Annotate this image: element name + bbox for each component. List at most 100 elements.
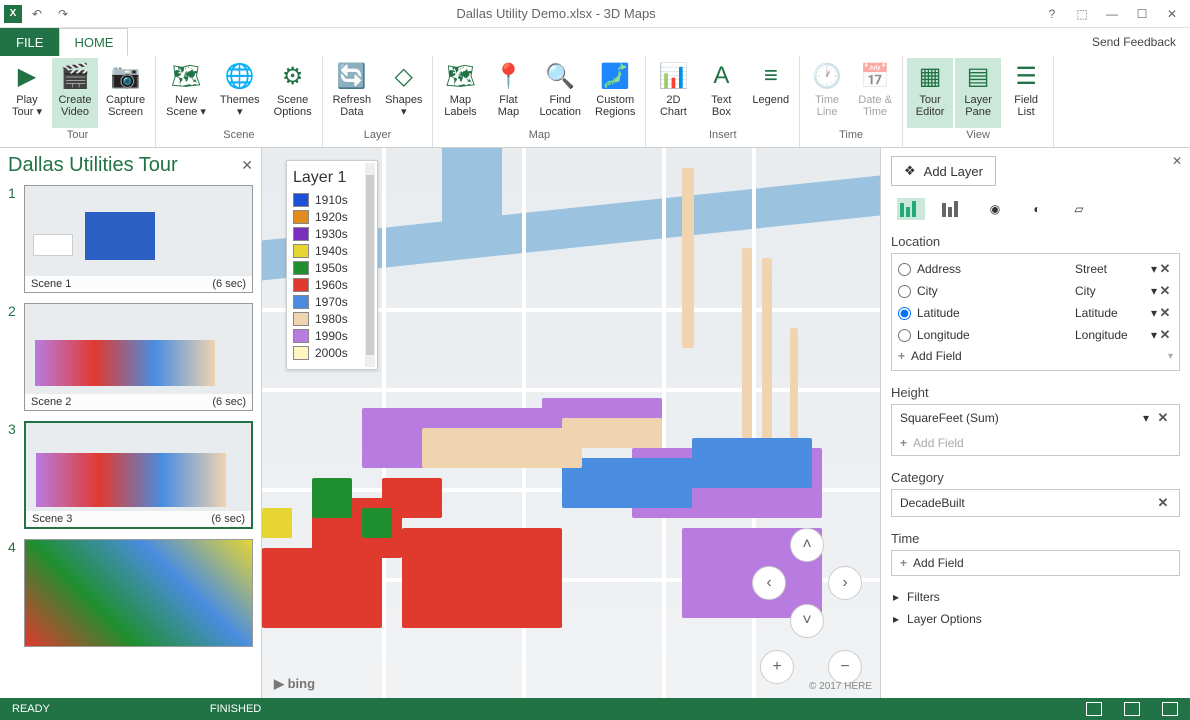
legend-text: 1970s bbox=[315, 295, 348, 309]
date-time-icon: 📅 bbox=[859, 60, 891, 92]
chevron-down-icon[interactable]: ▾ bbox=[1168, 351, 1173, 362]
category-field[interactable]: DecadeBuilt bbox=[900, 496, 1155, 510]
location-radio[interactable] bbox=[898, 285, 911, 298]
scene-thumbnail[interactable]: Scene 1(6 sec) bbox=[24, 185, 253, 293]
legend-button[interactable]: ≡Legend bbox=[746, 58, 795, 128]
layer-options-section[interactable]: ▸ Layer Options bbox=[891, 608, 1180, 630]
map-legend[interactable]: Layer 1 1910s1920s1930s1940s1950s1960s19… bbox=[286, 160, 378, 370]
viz-clustered-column[interactable] bbox=[939, 198, 967, 220]
location-mapping[interactable]: City ▾ bbox=[1075, 284, 1157, 298]
send-feedback[interactable]: Send Feedback bbox=[1078, 28, 1190, 56]
viz-stacked-column[interactable] bbox=[897, 198, 925, 220]
tilt-up-button[interactable]: ˄ bbox=[790, 528, 824, 562]
ribbon-group-label: Map bbox=[437, 129, 641, 145]
legend-text: 1930s bbox=[315, 227, 348, 241]
map-labels-button[interactable]: 🗺Map Labels bbox=[437, 58, 483, 128]
help-button[interactable]: ? bbox=[1038, 3, 1066, 25]
layer-pane-button[interactable]: ▤Layer Pane bbox=[955, 58, 1001, 128]
location-radio[interactable] bbox=[898, 307, 911, 320]
scene-thumbnail[interactable] bbox=[24, 539, 253, 647]
viz-heatmap[interactable]: ◐ bbox=[1023, 198, 1051, 220]
home-tab[interactable]: HOME bbox=[59, 28, 128, 56]
status-icon-3[interactable] bbox=[1162, 702, 1178, 716]
map-viewport[interactable]: Layer 1 1910s1920s1930s1940s1950s1960s19… bbox=[262, 148, 880, 698]
ribbon-group-label: Time bbox=[804, 129, 898, 145]
filters-section[interactable]: ▸ Filters bbox=[891, 586, 1180, 608]
create-video-button[interactable]: 🎬Create Video bbox=[52, 58, 98, 128]
zoom-out-button[interactable]: − bbox=[828, 650, 862, 684]
location-field[interactable]: City bbox=[917, 284, 1075, 298]
status-icon-2[interactable] bbox=[1124, 702, 1140, 716]
rotate-left-button[interactable]: ‹ bbox=[752, 566, 786, 600]
status-icon-1[interactable] bbox=[1086, 702, 1102, 716]
play-tour-button[interactable]: ▶Play Tour ▾ bbox=[4, 58, 50, 128]
file-tab[interactable]: FILE bbox=[0, 28, 59, 56]
location-mapping[interactable]: Longitude ▾ bbox=[1075, 328, 1157, 342]
remove-location-field[interactable]: ✕ bbox=[1157, 327, 1173, 343]
remove-location-field[interactable]: ✕ bbox=[1157, 261, 1173, 277]
maximize-button[interactable]: ☐ bbox=[1128, 3, 1156, 25]
tilt-down-button[interactable]: ˅ bbox=[790, 604, 824, 638]
legend-swatch bbox=[293, 278, 309, 292]
refresh-data-button[interactable]: 🔄Refresh Data bbox=[327, 58, 378, 128]
add-height-field[interactable]: Add Field bbox=[913, 436, 964, 450]
scene-thumbnail[interactable]: Scene 3(6 sec) bbox=[24, 421, 253, 529]
redo-button[interactable]: ↷ bbox=[52, 3, 74, 25]
legend-swatch bbox=[293, 346, 309, 360]
remove-location-field[interactable]: ✕ bbox=[1157, 305, 1173, 321]
close-layer-pane[interactable]: ✕ bbox=[1172, 154, 1182, 168]
themes-button[interactable]: 🌐Themes ▾ bbox=[214, 58, 266, 128]
scene-item[interactable]: 3Scene 3(6 sec) bbox=[8, 421, 253, 529]
date-time-button[interactable]: 📅Date & Time bbox=[852, 58, 898, 128]
add-location-field[interactable]: Add Field bbox=[911, 349, 962, 363]
viz-bubble[interactable]: ◉ bbox=[981, 198, 1009, 220]
remove-height-field[interactable]: ✕ bbox=[1155, 410, 1171, 426]
new-scene-button[interactable]: 🗺New Scene ▾ bbox=[160, 58, 212, 128]
scene-thumbnail[interactable]: Scene 2(6 sec) bbox=[24, 303, 253, 411]
location-radio[interactable] bbox=[898, 329, 911, 342]
text-box-button[interactable]: AText Box bbox=[698, 58, 744, 128]
status-finished: FINISHED bbox=[210, 703, 261, 715]
map-copyright: © 2017 HERE bbox=[809, 681, 872, 692]
time-line-button[interactable]: 🕐Time Line bbox=[804, 58, 850, 128]
remove-location-field[interactable]: ✕ bbox=[1157, 283, 1173, 299]
close-button[interactable]: ✕ bbox=[1158, 3, 1186, 25]
height-field[interactable]: SquareFeet (Sum) bbox=[900, 411, 1143, 425]
time-label: Time bbox=[891, 531, 1180, 546]
undo-button[interactable]: ↶ bbox=[26, 3, 48, 25]
chevron-down-icon[interactable]: ▾ bbox=[1143, 411, 1149, 425]
find-location-button[interactable]: 🔍Find Location bbox=[533, 58, 587, 128]
close-tour-panel[interactable]: ✕ bbox=[241, 157, 253, 174]
remove-category-field[interactable]: ✕ bbox=[1155, 495, 1171, 511]
location-field[interactable]: Address bbox=[917, 262, 1075, 276]
minimize-button[interactable]: — bbox=[1098, 3, 1126, 25]
scene-item[interactable]: 2Scene 2(6 sec) bbox=[8, 303, 253, 411]
visualization-type-row: ◉ ◐ ▱ bbox=[891, 198, 1180, 220]
legend-text: 1940s bbox=[315, 244, 348, 258]
field-list-button[interactable]: ☰Field List bbox=[1003, 58, 1049, 128]
zoom-in-button[interactable]: + bbox=[760, 650, 794, 684]
viz-region[interactable]: ▱ bbox=[1065, 198, 1093, 220]
scene-item[interactable]: 4 bbox=[8, 539, 253, 647]
legend-item: 2000s bbox=[293, 346, 371, 360]
location-mapping[interactable]: Street ▾ bbox=[1075, 262, 1157, 276]
location-mapping[interactable]: Latitude ▾ bbox=[1075, 306, 1157, 320]
flat-map-button[interactable]: 📍Flat Map bbox=[485, 58, 531, 128]
legend-scrollbar[interactable] bbox=[365, 163, 375, 367]
2d-chart-button[interactable]: 📊2D Chart bbox=[650, 58, 696, 128]
rotate-right-button[interactable]: › bbox=[828, 566, 862, 600]
capture-screen-button[interactable]: 📷Capture Screen bbox=[100, 58, 151, 128]
location-field[interactable]: Longitude bbox=[917, 328, 1075, 342]
scene-options-button[interactable]: ⚙Scene Options bbox=[268, 58, 318, 128]
location-radio[interactable] bbox=[898, 263, 911, 276]
tour-editor-button[interactable]: ▦Tour Editor bbox=[907, 58, 953, 128]
shapes-button[interactable]: ◇Shapes ▾ bbox=[379, 58, 428, 128]
add-layer-button[interactable]: ❖ Add Layer bbox=[891, 156, 996, 186]
legend-item: 1990s bbox=[293, 329, 371, 343]
custom-regions-button[interactable]: 🗾Custom Regions bbox=[589, 58, 641, 128]
map-nav-controls: ˄ ‹ › ˅ bbox=[752, 528, 862, 638]
add-time-field[interactable]: Add Field bbox=[913, 556, 964, 570]
scene-item[interactable]: 1Scene 1(6 sec) bbox=[8, 185, 253, 293]
location-field[interactable]: Latitude bbox=[917, 306, 1075, 320]
ribbon-display-button[interactable]: ⬚ bbox=[1068, 3, 1096, 25]
